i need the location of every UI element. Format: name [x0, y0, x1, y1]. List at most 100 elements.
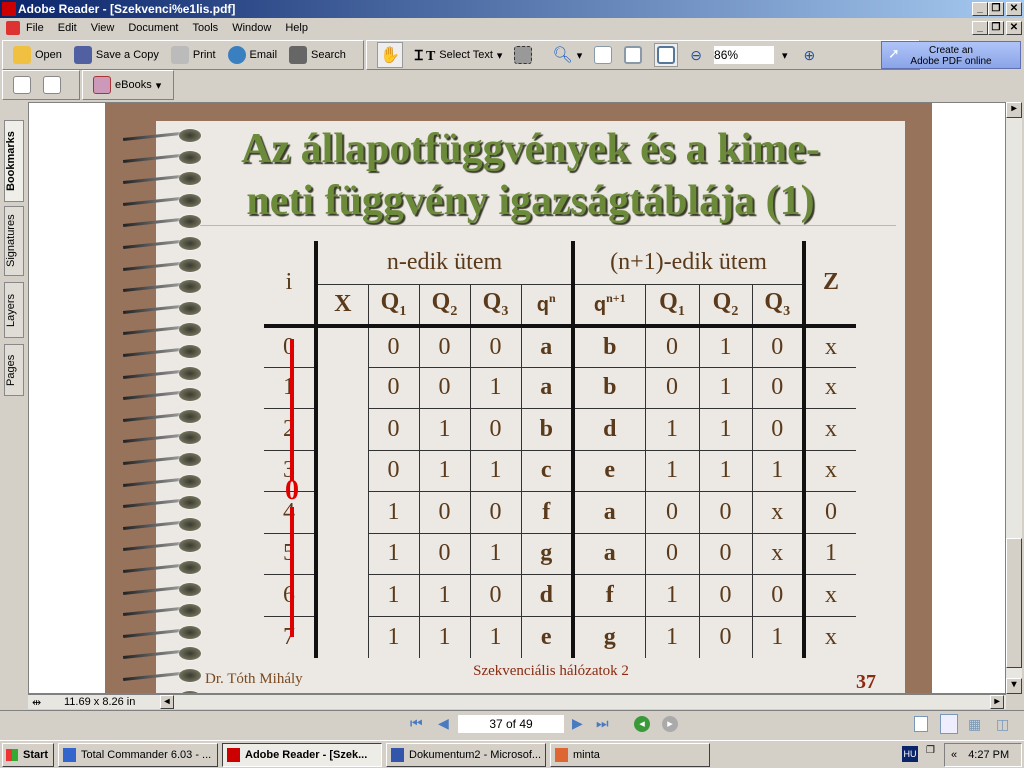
- ebooks-button[interactable]: eBooks ▾: [93, 76, 161, 94]
- table-cell: 0: [469, 574, 522, 617]
- document-view[interactable]: Az állapotfüggvények és a kime- neti füg…: [28, 102, 1006, 694]
- vertical-scrollbar[interactable]: ▸ ▾: [1006, 102, 1022, 694]
- table-cell: 1: [644, 408, 700, 451]
- continuous-facing-button[interactable]: ▦: [968, 716, 981, 733]
- scroll-down-button[interactable]: ▾: [1006, 678, 1022, 694]
- menu-window[interactable]: Window: [232, 22, 271, 34]
- previous-page-button[interactable]: ◀: [438, 715, 449, 732]
- zoom-out-button[interactable]: ⊖: [690, 47, 702, 64]
- header-next-q3: Q3: [751, 283, 805, 328]
- slide: Az állapotfüggvények és a kime- neti füg…: [156, 121, 905, 693]
- search-button[interactable]: Search: [289, 46, 346, 64]
- menu-view[interactable]: View: [91, 22, 115, 34]
- split-handle-icon[interactable]: ⇹: [32, 696, 41, 709]
- scroll-up-button[interactable]: ▸: [1006, 102, 1022, 118]
- language-indicator[interactable]: HU: [902, 746, 918, 762]
- fit-page-icon: [624, 46, 643, 64]
- x-cell: [314, 408, 369, 450]
- slide-title-line1: Az állapotfüggvények és a kime-: [241, 126, 820, 172]
- start-button[interactable]: Start: [2, 743, 54, 767]
- snapshot-button[interactable]: [514, 46, 533, 64]
- single-page-layout-button[interactable]: [914, 716, 928, 732]
- next-page-button[interactable]: ▶: [572, 715, 583, 732]
- last-page-button[interactable]: ⏭: [596, 715, 609, 732]
- menu-help[interactable]: Help: [285, 22, 308, 34]
- table-cell: 0: [751, 574, 805, 617]
- hand-tool-button[interactable]: ✋: [377, 42, 403, 68]
- word-icon: [391, 748, 404, 762]
- scroll-thumb[interactable]: [1006, 538, 1022, 668]
- fit-page-button[interactable]: [624, 46, 643, 64]
- save-copy-button[interactable]: Save a Copy: [73, 46, 159, 64]
- minus-circle-icon: ⊖: [690, 46, 703, 63]
- zoom-in-button[interactable]: ⊕: [804, 47, 816, 64]
- spiral-ring-icon: [123, 172, 215, 186]
- spiral-ring-icon: [123, 582, 215, 597]
- task-adobe-reader[interactable]: Adobe Reader - [Szek...: [222, 743, 382, 767]
- rotate-clockwise-button[interactable]: [13, 76, 31, 94]
- ebooks-label: eBooks: [115, 79, 152, 91]
- go-forward-button[interactable]: ▸: [662, 716, 678, 732]
- tab-bookmarks[interactable]: Bookmarks: [4, 120, 24, 202]
- go-back-button[interactable]: ◂: [634, 716, 650, 732]
- doc-close-button[interactable]: ✕: [1006, 21, 1022, 35]
- navigation-panel: Bookmarks Signatures Layers Pages: [0, 102, 28, 694]
- doc-restore-button[interactable]: ❐: [988, 21, 1004, 35]
- menu-file[interactable]: File: [26, 22, 44, 34]
- scroll-left-button[interactable]: ◂: [160, 695, 174, 709]
- table-cell: 1: [751, 615, 805, 658]
- page-size-label: 11.69 x 8.26 in: [64, 696, 136, 708]
- email-button[interactable]: Email: [227, 46, 277, 64]
- fit-width-button[interactable]: [654, 43, 679, 67]
- actual-size-button[interactable]: [594, 46, 613, 64]
- chevron-down-icon[interactable]: ▾: [156, 79, 162, 92]
- scroll-right-button[interactable]: ▸: [990, 695, 1004, 709]
- open-button[interactable]: Open: [13, 46, 62, 64]
- zoom-in-tool-button[interactable]: 🔍︎ ▾: [552, 45, 582, 65]
- zoom-dropdown-icon[interactable]: ▾: [782, 49, 788, 62]
- rotate-counterclockwise-button[interactable]: [43, 76, 61, 94]
- print-button[interactable]: Print: [170, 46, 216, 64]
- zoom-input[interactable]: [714, 46, 775, 64]
- task-word[interactable]: Dokumentum2 - Microsof...: [386, 743, 546, 767]
- tab-layers[interactable]: Layers: [4, 282, 24, 338]
- taskbar: Start Total Commander 6.03 - ... Adobe R…: [0, 740, 1024, 768]
- header-q2: Q2: [418, 283, 471, 328]
- minimize-button[interactable]: _: [972, 2, 988, 16]
- menu-tools[interactable]: Tools: [193, 22, 219, 34]
- truth-table: i n-edik ütem (n+1)-edik ütem Z X Q1 Q2 Q3 q…: [264, 241, 856, 658]
- select-text-button[interactable]: Ɪ T Select Text ▾: [415, 46, 503, 65]
- horizontal-scrollbar[interactable]: ⇹ 11.69 x 8.26 in ◂ ▸: [28, 694, 1006, 709]
- red-bar-top: [290, 339, 294, 481]
- close-button[interactable]: ✕: [1006, 2, 1022, 16]
- table-cell: 0: [644, 491, 700, 534]
- doc-minimize-button[interactable]: _: [972, 21, 988, 35]
- spiral-ring-icon: [123, 431, 215, 445]
- table-cell: g: [571, 615, 646, 658]
- x-label: X: [334, 290, 352, 317]
- chevron-down-icon[interactable]: ▾: [497, 49, 503, 62]
- first-page-button[interactable]: ⏮: [410, 715, 423, 732]
- menu-document[interactable]: Document: [128, 22, 178, 34]
- chevron-down-icon[interactable]: ▾: [577, 49, 583, 62]
- task-total-commander[interactable]: Total Commander 6.03 - ...: [58, 743, 218, 767]
- page-number-input[interactable]: [458, 715, 564, 733]
- create-pdf-line2: Adobe PDF online: [910, 56, 992, 67]
- tray-window-icon[interactable]: ❐: [926, 745, 935, 756]
- ebooks-toolbar: eBooks ▾: [82, 70, 174, 100]
- menu-edit[interactable]: Edit: [58, 22, 77, 34]
- restore-button[interactable]: ❐: [988, 2, 1004, 16]
- x-cell: [314, 533, 369, 575]
- tab-pages[interactable]: Pages: [4, 344, 24, 396]
- task-minta[interactable]: minta: [550, 743, 710, 767]
- spiral-ring-icon: [123, 409, 215, 424]
- create-pdf-online-button[interactable]: ➚ Create an Adobe PDF online: [881, 41, 1021, 69]
- tray-expand-icon[interactable]: «: [951, 749, 957, 761]
- tab-signatures[interactable]: Signatures: [4, 206, 24, 276]
- menu-bar: File Edit View Document Tools Window Help: [0, 18, 1024, 38]
- text-cursor-icon: Ɪ T: [414, 48, 436, 64]
- table-cell: 1: [698, 366, 753, 409]
- facing-layout-button[interactable]: ◫: [996, 716, 1009, 733]
- header-next-q2: Q2: [698, 283, 753, 328]
- continuous-layout-button[interactable]: [940, 714, 958, 734]
